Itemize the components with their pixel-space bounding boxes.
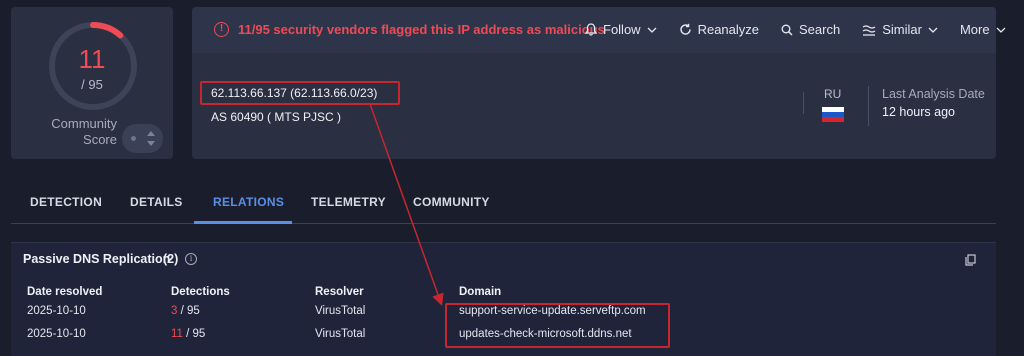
domain-highlight-box xyxy=(445,303,670,348)
tab-relations[interactable]: RELATIONS xyxy=(213,195,284,209)
passive-dns-section: Passive DNS Replication (2) i Date resol… xyxy=(11,242,996,356)
chevron-down-icon xyxy=(996,27,1006,33)
community-score-label: Community Score xyxy=(51,116,117,147)
vote-up-icon[interactable] xyxy=(147,131,155,136)
similar-button[interactable]: Similar xyxy=(862,22,938,37)
chevron-down-icon xyxy=(928,27,938,33)
search-label: Search xyxy=(799,22,841,37)
search-button[interactable]: Search xyxy=(781,22,840,37)
score-total: / 95 xyxy=(81,77,103,92)
detection-total: / 95 xyxy=(177,305,200,317)
neutral-dot-icon xyxy=(131,136,136,141)
alert-text: 11/95 security vendors flagged this IP a… xyxy=(238,22,605,37)
tab-community[interactable]: COMMUNITY xyxy=(413,195,490,209)
similar-icon xyxy=(862,24,876,36)
detection-total: / 95 xyxy=(182,328,206,340)
tab-detection[interactable]: DETECTION xyxy=(30,195,102,209)
copy-icon[interactable] xyxy=(965,254,976,266)
bell-icon xyxy=(585,23,597,36)
more-label: More xyxy=(959,22,990,37)
russia-flag-icon xyxy=(822,107,844,122)
alert-bar: ! 11/95 security vendors flagged this IP… xyxy=(192,7,1006,53)
detections: 11 / 95 xyxy=(171,328,205,340)
ip-address[interactable]: 62.113.66.137 (62.113.66.0/23) xyxy=(211,86,377,100)
more-button[interactable]: More xyxy=(960,22,1006,37)
alert-circle-icon: ! xyxy=(214,22,229,37)
column-header-domain: Domain xyxy=(459,286,502,298)
last-analysis-value: 12 hours ago xyxy=(882,105,955,119)
date-resolved: 2025-10-10 xyxy=(27,328,86,340)
toolbar: Follow Reanalyze Search Similar More xyxy=(585,22,1024,37)
divider xyxy=(868,86,869,126)
divider xyxy=(803,92,804,114)
follow-label: Follow xyxy=(603,22,641,37)
malicious-alert: ! 11/95 security vendors flagged this IP… xyxy=(214,22,605,37)
follow-button[interactable]: Follow xyxy=(585,22,657,37)
active-tab-indicator xyxy=(194,221,292,224)
score-detected: 11 xyxy=(78,44,106,74)
tab-bar: DETECTION DETAILS RELATIONS TELEMETRY CO… xyxy=(11,180,996,224)
as-info[interactable]: AS 60490 ( MTS PJSC ) xyxy=(211,110,341,124)
similar-label: Similar xyxy=(882,22,922,37)
info-icon[interactable]: i xyxy=(185,253,197,265)
resolver: VirusTotal xyxy=(315,305,366,317)
tab-telemetry[interactable]: TELEMETRY xyxy=(311,195,386,209)
tab-details[interactable]: DETAILS xyxy=(130,195,183,209)
country-code: RU xyxy=(824,87,842,101)
chevron-down-icon xyxy=(647,27,657,33)
ip-summary-card: ! 11/95 security vendors flagged this IP… xyxy=(192,7,1006,159)
search-icon xyxy=(781,24,793,36)
reanalyze-label: Reanalyze xyxy=(697,22,760,37)
community-vote-control[interactable] xyxy=(122,124,163,153)
detection-score-card: 11 / 95 Community Score xyxy=(11,7,173,159)
column-header-detections: Detections xyxy=(171,286,230,298)
resolver: VirusTotal xyxy=(315,328,366,340)
column-header-resolver: Resolver xyxy=(315,286,364,298)
section-title: Passive DNS Replication xyxy=(23,252,171,266)
detections: 3 / 95 xyxy=(171,305,200,317)
vote-down-icon[interactable] xyxy=(147,141,155,146)
refresh-icon xyxy=(679,23,691,35)
section-count: (2) xyxy=(163,252,179,266)
reanalyze-button[interactable]: Reanalyze xyxy=(679,22,759,37)
last-analysis-label: Last Analysis Date xyxy=(882,87,985,101)
date-resolved: 2025-10-10 xyxy=(27,305,86,317)
detection-hits: 11 xyxy=(171,328,183,340)
column-header-date: Date resolved xyxy=(27,286,103,298)
